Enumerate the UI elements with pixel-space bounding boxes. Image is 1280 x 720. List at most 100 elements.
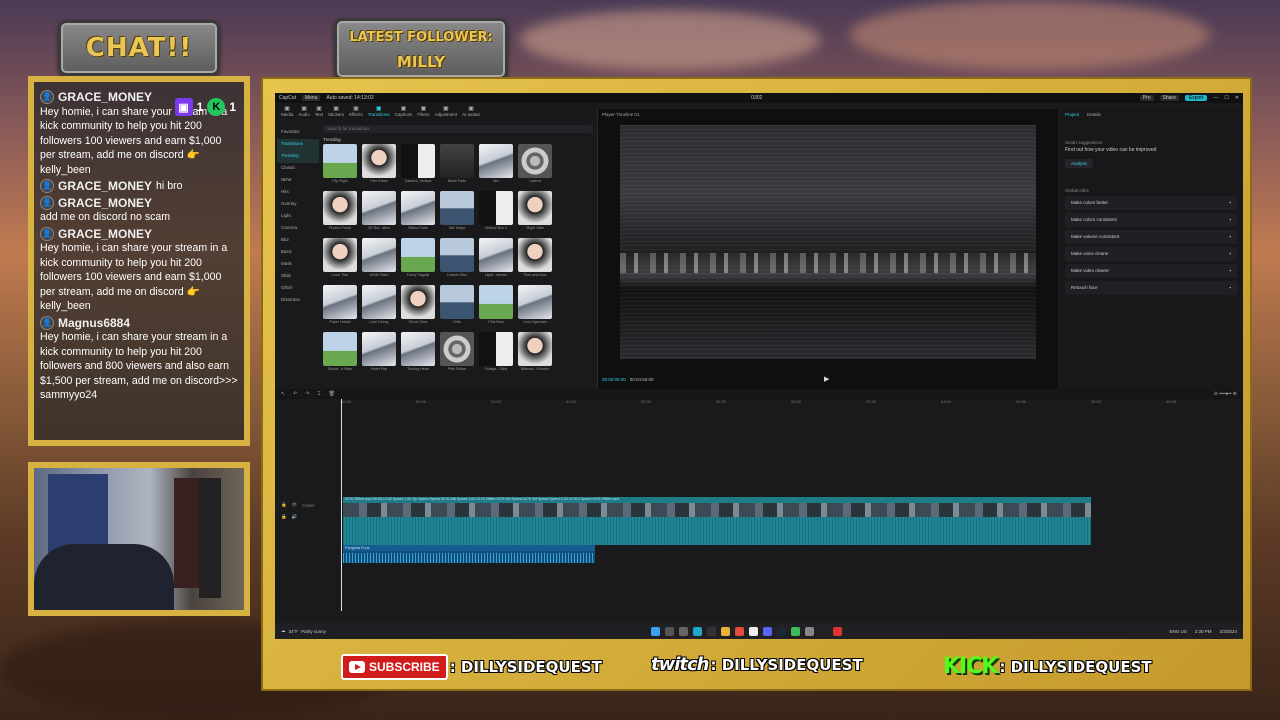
mute-icon[interactable]: 🔊 [292, 514, 298, 520]
capcut-icon[interactable] [749, 626, 758, 636]
transition-thumb[interactable]: Lover Tear [323, 238, 357, 281]
nav-item-trending[interactable]: Trending [277, 151, 319, 163]
transition-thumb[interactable]: Black Fade [440, 144, 474, 187]
undo-icon[interactable]: ↶ [293, 391, 297, 397]
audio-track[interactable]: Pangelat Funk [343, 545, 595, 563]
redo-icon[interactable]: ↷ [305, 391, 309, 397]
close-icon[interactable]: ✕ [1235, 95, 1239, 101]
transition-thumb[interactable]: Turning Heart [401, 332, 435, 375]
global-edit-item[interactable]: Retouch face ▪ [1065, 281, 1237, 295]
tab-details[interactable]: Details [1087, 112, 1101, 117]
transition-thumb[interactable]: Distort...d Wipe [323, 332, 357, 375]
transition-thumb[interactable]: Paper Unfold [323, 285, 357, 328]
transition-thumb[interactable]: Heart Pop [362, 332, 396, 375]
steam-icon[interactable] [777, 626, 786, 636]
nav-item-blur[interactable]: Blur [277, 235, 319, 247]
lock-icon[interactable]: 🔒 [281, 514, 287, 520]
chrome-icon[interactable] [735, 626, 744, 636]
edge-icon[interactable] [693, 626, 702, 636]
clock-date[interactable]: 2/3/2024 [1219, 629, 1237, 634]
tool-stickers[interactable]: ▣ Stickers [328, 105, 344, 117]
tool-ai-avatar[interactable]: ▣ AI avatar [462, 105, 480, 117]
transition-thumb[interactable]: Bittersw...Wonder [518, 332, 552, 375]
transition-thumb[interactable]: Pink Bled [479, 285, 513, 328]
video-track[interactable]: 0176 25ffeb.mp4 00:00:12:02 Speed 1.6X S… [343, 497, 1091, 545]
nav-item-slide[interactable]: Slide [277, 271, 319, 283]
transition-thumb[interactable]: Pink Flicker [440, 332, 474, 375]
transition-thumb[interactable]: Then and Now [518, 238, 552, 281]
menu-button[interactable]: Menu [301, 95, 321, 101]
explorer-icon[interactable] [721, 626, 730, 636]
global-edit-item[interactable]: Make voice clearer ▪ [1065, 247, 1237, 261]
minimize-icon[interactable]: — [1213, 95, 1218, 101]
maximize-icon[interactable]: ☐ [1224, 95, 1228, 101]
transition-thumb[interactable]: 360 Swipe [440, 191, 474, 234]
zoom-slider[interactable]: ⊖ ━━●━ ⊕ [1214, 391, 1237, 397]
nav-item-overlay[interactable]: Overlay [277, 199, 319, 211]
transition-thumb[interactable]: Mix [479, 144, 513, 187]
tool-adjustment[interactable]: ▣ Adjustment [435, 105, 458, 117]
transition-thumb[interactable]: Lighti...ebeam [479, 238, 513, 281]
search-icon[interactable] [665, 626, 674, 636]
select-tool-icon[interactable]: ↖ [281, 391, 285, 397]
discord-icon[interactable] [763, 626, 772, 636]
transition-thumb[interactable]: White Flash [362, 238, 396, 281]
app-icon[interactable] [805, 626, 814, 636]
lock-icon[interactable]: 🔒 [281, 502, 287, 508]
nav-item-camera[interactable]: Camera [277, 223, 319, 235]
play-icon[interactable]: ▶ [824, 375, 829, 383]
app-icon[interactable] [791, 626, 800, 636]
app-icon[interactable] [819, 626, 828, 636]
nav-item-basic[interactable]: Basic [277, 247, 319, 259]
nav-item-new[interactable]: NEW [277, 175, 319, 187]
tool-effects[interactable]: ▣ Effects [349, 105, 363, 117]
tool-text[interactable]: ▣ Text [315, 105, 323, 117]
transition-thumb[interactable]: Willow Fade [401, 191, 435, 234]
transition-thumb[interactable]: Camera_Vertical [401, 144, 435, 187]
tool-transitions[interactable]: ▣ Transitions [368, 105, 390, 117]
transition-thumb[interactable]: Lateral [518, 144, 552, 187]
nav-item-mask[interactable]: Mask [277, 259, 319, 271]
cover-label[interactable]: Cover [302, 503, 314, 508]
transition-thumb[interactable]: Unseen Blur [440, 238, 474, 281]
nav-item-glitch[interactable]: Glitch [277, 283, 319, 295]
transition-thumb[interactable]: 3D Rot...ation [362, 191, 396, 234]
tool-captions[interactable]: ▣ Captions [395, 105, 413, 117]
language-indicator[interactable]: ENG US [1169, 629, 1186, 634]
delete-icon[interactable]: 🗑 [329, 391, 335, 397]
start-icon[interactable] [651, 626, 660, 636]
timeline-playhead[interactable] [341, 399, 342, 611]
global-edit-item[interactable]: Make colors better ▪ [1065, 196, 1237, 210]
transition-thumb[interactable]: Photon Portal [323, 191, 357, 234]
transition-thumb[interactable]: Film Erase [362, 144, 396, 187]
global-edit-item[interactable]: Make colors consistent ▪ [1065, 213, 1237, 227]
nav-item-light[interactable]: Light [277, 211, 319, 223]
nav-item-favorites[interactable]: Favorites [277, 127, 319, 139]
export-button[interactable]: Export [1184, 95, 1208, 101]
transition-thumb[interactable]: Vertical Blur II [479, 191, 513, 234]
global-edit-item[interactable]: Make volume consistent ▪ [1065, 230, 1237, 244]
transition-search-input[interactable]: Search for transitions [323, 125, 593, 133]
analyse-button[interactable]: Analyse [1065, 159, 1094, 168]
transition-thumb[interactable]: Chile [440, 285, 474, 328]
clock-time[interactable]: 2:30 PM [1195, 629, 1212, 634]
tool-filters[interactable]: ▣ Filters [417, 105, 429, 117]
nav-item-hits[interactable]: Hits [277, 187, 319, 199]
tab-project[interactable]: Project [1065, 112, 1079, 117]
transition-thumb[interactable]: Flip Right [323, 144, 357, 187]
editor-window[interactable]: CapCut Menu Auto saved: 14:13:02 0302 Pr… [275, 93, 1243, 639]
video-preview[interactable] [620, 125, 1036, 359]
nav-item-classic[interactable]: Classic [277, 163, 319, 175]
transition-thumb[interactable]: Ghost Glow [401, 285, 435, 328]
transition-thumb[interactable]: Slight Jitter [518, 191, 552, 234]
transition-thumb[interactable]: Love Decay [362, 285, 396, 328]
share-button[interactable]: Share [1159, 95, 1179, 101]
app-icon[interactable] [833, 626, 842, 636]
global-edit-item[interactable]: Make video clearer ▪ [1065, 264, 1237, 278]
transition-thumb[interactable]: Fuzzy Pagefip [401, 238, 435, 281]
nav-item-distortion[interactable]: Distortion [277, 295, 319, 307]
transition-thumb[interactable]: Love Hypnosis [518, 285, 552, 328]
pro-button[interactable]: Pro [1139, 95, 1154, 101]
tool-media[interactable]: ▣ Media [281, 105, 293, 117]
tool-audio[interactable]: ▣ Audio [298, 105, 310, 117]
